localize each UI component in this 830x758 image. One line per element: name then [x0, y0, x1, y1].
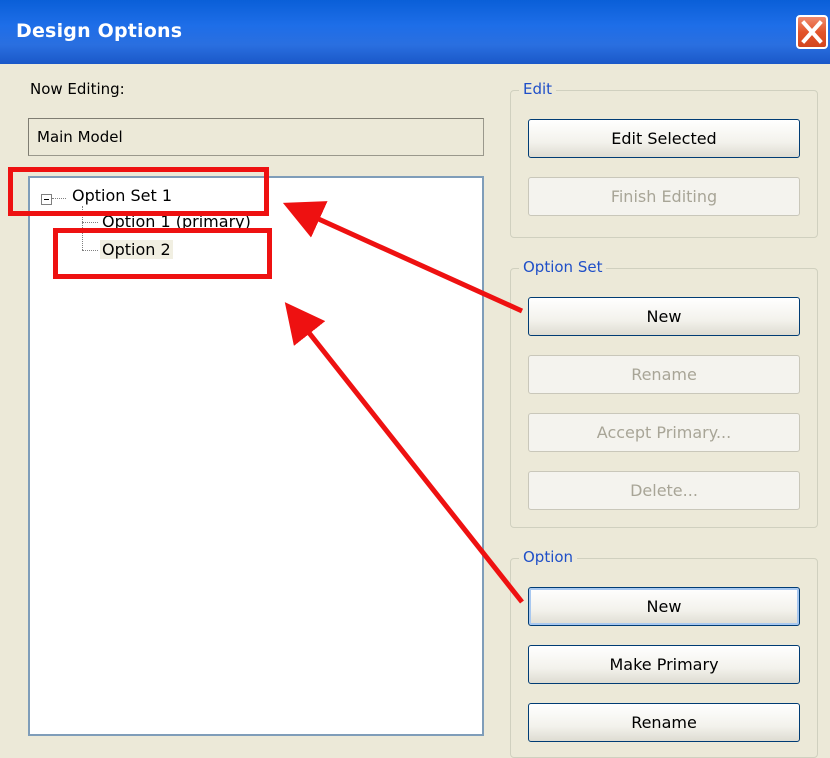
- annotation-arrows: [282, 201, 524, 604]
- arrow-to-option-set: [282, 201, 524, 314]
- arrow-to-option-2: [284, 302, 524, 604]
